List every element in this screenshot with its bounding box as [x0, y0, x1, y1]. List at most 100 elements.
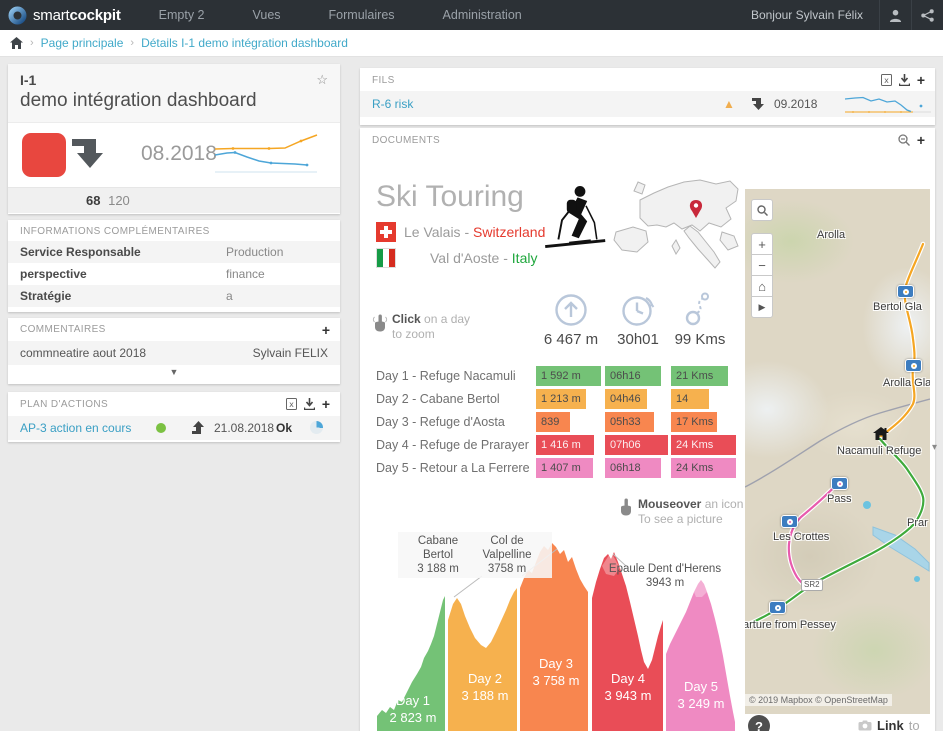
info-row: perspective finance	[8, 263, 340, 285]
time-chip[interactable]: 07h06	[605, 435, 668, 455]
picture-link[interactable]: Link	[877, 718, 904, 731]
svg-text:x: x	[289, 400, 294, 409]
skier-icon	[538, 184, 610, 254]
camera-marker-icon[interactable]	[831, 477, 848, 490]
day-row-5[interactable]: Day 5 - Retour a La Ferrere 1 407 m 06h1…	[360, 458, 745, 478]
kpi-value-main: 68	[86, 193, 100, 208]
info-row: Service Responsable Production	[8, 241, 340, 263]
kpi-card-header: I-1 demo intégration dashboard ☆	[8, 64, 340, 123]
magnifier-icon	[757, 205, 768, 216]
mouseover-hint: Mouseover an icon To see a picture	[638, 497, 743, 527]
comments-panel: COMMENTAIRES + commneatire aout 2018 Syl…	[8, 318, 340, 384]
fil-link[interactable]: R-6 risk	[372, 91, 413, 117]
documents-panel: DOCUMENTS + Ski Touring Le Valais - Swit…	[360, 128, 935, 731]
camera-marker-icon[interactable]	[897, 285, 914, 298]
italy-flag-icon	[376, 248, 396, 268]
user-menu-button[interactable]	[879, 0, 911, 30]
map-zoom-in-button[interactable]: +	[751, 233, 773, 255]
kpi-code: I-1	[20, 72, 328, 88]
infos-panel: INFORMATIONS COMPLÉMENTAIRES Service Res…	[8, 220, 340, 312]
nav-item-formulaires[interactable]: Formulaires	[305, 0, 419, 30]
time-chip[interactable]: 06h16	[605, 366, 661, 386]
day-label: Day 2 - Cabane Bertol	[376, 389, 534, 409]
viz-title: Ski Touring	[376, 180, 524, 214]
zoom-out-button[interactable]	[898, 134, 910, 146]
home-icon[interactable]	[10, 37, 23, 49]
distance-chip[interactable]: 21 Kms	[671, 366, 728, 386]
day-row-2[interactable]: Day 2 - Cabane Bertol 1 213 m 04h46 14 K…	[360, 389, 745, 409]
kpi-period: 08.2018	[141, 142, 217, 166]
clock-icon	[620, 292, 656, 328]
action-row: AP-3 action en cours 21.08.2018 Ok	[8, 416, 340, 440]
chart-day2-label[interactable]: Day 23 188 m	[452, 670, 518, 704]
trend-down-arrow-icon	[72, 135, 104, 169]
favorite-star-icon[interactable]: ☆	[316, 72, 328, 88]
kpi-title: demo intégration dashboard	[20, 90, 328, 112]
kpi-status-square	[22, 133, 66, 177]
action-progress-pie	[310, 421, 323, 434]
breadcrumb-current[interactable]: Détails I-1 demo intégration dashboard	[141, 36, 348, 50]
kpi-value-secondary: 120	[108, 193, 130, 208]
map-home-button[interactable]: ⌂	[751, 275, 773, 297]
annotation-col-valpelline: Col de Valpelline3758 m	[462, 532, 552, 578]
add-comment-button[interactable]: +	[322, 325, 330, 335]
warning-triangle-icon: ▲	[723, 91, 735, 117]
camera-marker-icon[interactable]	[905, 359, 922, 372]
stat-distance: 99 Kms	[665, 292, 735, 348]
time-chip[interactable]: 04h46	[605, 389, 647, 409]
day-row-4[interactable]: Day 4 - Refuge de Prarayer 1 416 m 07h06…	[360, 435, 745, 455]
distance-chip[interactable]: 14 Kms	[671, 389, 709, 409]
app-logo[interactable]: smartcockpit	[0, 6, 135, 25]
distance-chip[interactable]: 24 Kms	[671, 435, 736, 455]
elevation-chip[interactable]: 839 m	[536, 412, 570, 432]
europe-map-icon	[610, 178, 742, 278]
scroll-down-caret[interactable]: ▾	[932, 442, 937, 453]
refuge-house-icon[interactable]	[873, 427, 889, 440]
elevation-chip[interactable]: 1 213 m	[536, 389, 586, 409]
actions-title: PLAN D'ACTIONS	[20, 399, 108, 410]
actions-panel: PLAN D'ACTIONS x + AP-3 action	[8, 392, 340, 442]
distance-chip[interactable]: 24 Kms	[671, 458, 736, 478]
nav-item-administration[interactable]: Administration	[419, 0, 546, 30]
distance-chip[interactable]: 17 Kms	[671, 412, 717, 432]
svg-text:x: x	[884, 76, 889, 85]
day-row-3[interactable]: Day 3 - Refuge d'Aosta 839 m 05h33 17 Km…	[360, 412, 745, 432]
add-document-button[interactable]: +	[917, 135, 925, 145]
add-fil-button[interactable]: +	[917, 75, 925, 85]
elevation-chip[interactable]: 1 592 m	[536, 366, 601, 386]
breadcrumb-page-principale[interactable]: Page principale	[41, 36, 124, 50]
map-search-button[interactable]	[751, 199, 773, 221]
download-button[interactable]	[899, 74, 910, 86]
nav-item-empty2[interactable]: Empty 2	[135, 0, 229, 30]
globe-help-icon[interactable]: ?	[748, 715, 770, 731]
comment-row[interactable]: commneatire aout 2018 Sylvain FELIX	[8, 341, 340, 365]
fil-period: 09.2018	[774, 91, 817, 117]
time-chip[interactable]: 05h33	[605, 412, 654, 432]
chart-day3-label[interactable]: Day 33 758 m	[523, 655, 589, 689]
add-action-button[interactable]: +	[322, 399, 330, 409]
day-row-1[interactable]: Day 1 - Refuge Nacamuli 1 592 m 06h16 21…	[360, 366, 745, 386]
elevation-chip[interactable]: 1 416 m	[536, 435, 594, 455]
chart-day1-label[interactable]: Day 12 823 m	[380, 692, 446, 726]
export-excel-button[interactable]: x	[881, 74, 892, 86]
action-link[interactable]: AP-3 action en cours	[20, 416, 131, 440]
export-excel-button[interactable]: x	[286, 398, 297, 410]
download-button[interactable]	[304, 398, 315, 410]
elevation-chip[interactable]: 1 407 m	[536, 458, 593, 478]
top-navbar: smartcockpit Empty 2 Vues Formulaires Ad…	[0, 0, 943, 30]
chart-day5-label[interactable]: Day 53 249 m	[668, 678, 734, 712]
chart-day4-label[interactable]: Day 43 943 m	[595, 670, 661, 704]
map-pan-button[interactable]: ▶	[751, 296, 773, 318]
expand-comments-caret[interactable]: ▼	[8, 365, 340, 379]
time-chip[interactable]: 06h18	[605, 458, 661, 478]
share-icon	[921, 9, 934, 22]
comments-title: COMMENTAIRES	[20, 324, 106, 335]
compass-marker-icon[interactable]	[769, 601, 786, 614]
nav-item-vues[interactable]: Vues	[229, 0, 305, 30]
map-zoom-out-button[interactable]: −	[751, 254, 773, 276]
map-label-les-crottes: Les Crottes	[773, 531, 829, 543]
share-button[interactable]	[911, 0, 943, 30]
camera-marker-icon[interactable]	[781, 515, 798, 528]
day-label: Day 3 - Refuge d'Aosta	[376, 412, 534, 432]
map[interactable]: + − ⌂ ▶ Arolla Bertol Gla Arolla Gla Nac…	[745, 189, 930, 714]
